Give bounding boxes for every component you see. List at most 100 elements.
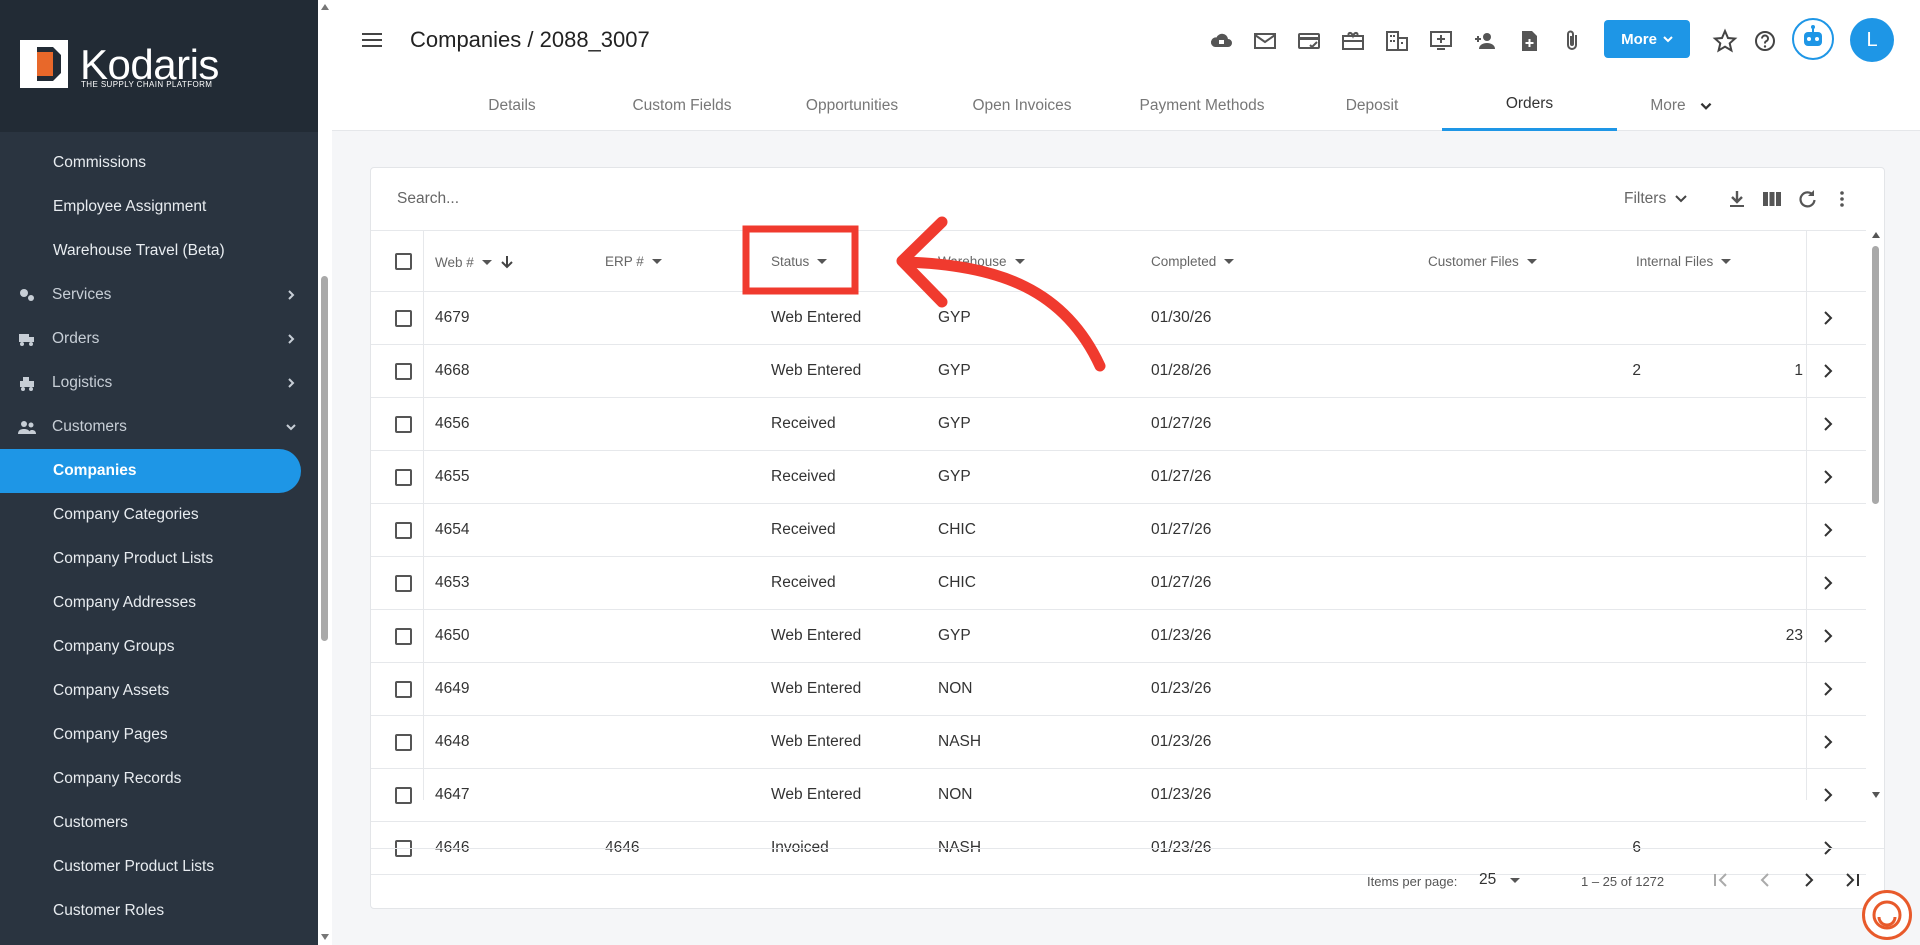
gift-card-icon[interactable] <box>1340 28 1366 54</box>
sidebar-item-company-product-lists[interactable]: Company Product Lists <box>0 537 318 581</box>
add-person-icon[interactable] <box>1472 28 1498 54</box>
more-button[interactable]: More <box>1604 20 1690 58</box>
items-per-page-select[interactable]: 25 <box>1479 871 1521 889</box>
next-page-icon[interactable] <box>1798 869 1820 891</box>
table-row[interactable]: 4649 Web Entered NON 01/23/26 <box>371 663 1866 716</box>
first-page-icon[interactable] <box>1710 869 1732 891</box>
table-scrollbar[interactable] <box>1868 230 1884 800</box>
caret-down-icon[interactable] <box>1526 259 1537 264</box>
sidebar-item-customers[interactable]: Customers <box>0 801 318 845</box>
help-icon[interactable] <box>1752 28 1778 54</box>
scrollbar-thumb[interactable] <box>1872 246 1879 504</box>
sidebar-item-customer-roles[interactable]: Customer Roles <box>0 889 318 933</box>
chat-widget-button[interactable] <box>1862 890 1912 940</box>
sidebar-item-orders[interactable]: Orders <box>0 317 318 361</box>
row-checkbox[interactable] <box>395 522 412 539</box>
caret-down-icon[interactable] <box>1721 259 1732 264</box>
row-checkbox[interactable] <box>395 681 412 698</box>
tab-details[interactable]: Details <box>442 80 582 131</box>
chevron-right-icon[interactable] <box>1821 574 1835 592</box>
chevron-right-icon[interactable] <box>1821 468 1835 486</box>
filters-button[interactable]: Filters <box>1624 190 1688 208</box>
sidebar-item-companies[interactable]: Companies <box>0 449 301 493</box>
search-input[interactable]: Search... <box>397 190 459 208</box>
assistant-bot-button[interactable] <box>1792 18 1834 60</box>
row-checkbox[interactable] <box>395 469 412 486</box>
row-checkbox[interactable] <box>395 628 412 645</box>
caret-down-icon[interactable] <box>1224 259 1235 264</box>
cloud-lock-icon[interactable] <box>1208 28 1234 54</box>
add-document-icon[interactable] <box>1516 28 1542 54</box>
caret-down-icon[interactable] <box>1014 259 1025 264</box>
scroll-up-icon[interactable] <box>321 4 329 10</box>
tab-more[interactable]: More <box>1622 80 1742 131</box>
columns-icon[interactable] <box>1761 188 1783 210</box>
scroll-down-icon[interactable] <box>1872 792 1880 798</box>
chevron-right-icon[interactable] <box>1821 786 1835 804</box>
sidebar-item-services[interactable]: Services <box>0 273 318 317</box>
chevron-right-icon[interactable] <box>1821 309 1835 327</box>
more-vertical-icon[interactable] <box>1831 188 1853 210</box>
caret-down-icon[interactable] <box>651 259 662 264</box>
sidebar-item-commissions[interactable]: Commissions <box>0 141 318 185</box>
column-header-erp[interactable]: ERP # <box>605 254 662 269</box>
table-row[interactable]: 4656 Received GYP 01/27/26 <box>371 398 1866 451</box>
sidebar-item-logistics[interactable]: Logistics <box>0 361 318 405</box>
sidebar-item-company-pages[interactable]: Company Pages <box>0 713 318 757</box>
tab-deposit[interactable]: Deposit <box>1302 80 1442 131</box>
sidebar-item-company-assets[interactable]: Company Assets <box>0 669 318 713</box>
column-header-web[interactable]: Web # <box>435 254 514 270</box>
star-icon[interactable] <box>1712 28 1738 54</box>
tab-open-invoices[interactable]: Open Invoices <box>942 80 1102 131</box>
chevron-right-icon[interactable] <box>1821 521 1835 539</box>
download-icon[interactable] <box>1726 188 1748 210</box>
scroll-up-icon[interactable] <box>1872 232 1880 238</box>
table-row[interactable]: 4655 Received GYP 01/27/26 <box>371 451 1866 504</box>
sidebar-item-company-categories[interactable]: Company Categories <box>0 493 318 537</box>
sidebar-item-employee-assignment[interactable]: Employee Assignment <box>0 185 318 229</box>
sidebar-item-company-records[interactable]: Company Records <box>0 757 318 801</box>
column-header-internal-files[interactable]: Internal Files <box>1636 254 1732 269</box>
chevron-right-icon[interactable] <box>1821 627 1835 645</box>
column-header-status[interactable]: Status <box>771 254 828 269</box>
scroll-down-icon[interactable] <box>321 934 329 940</box>
column-header-customer-files[interactable]: Customer Files <box>1428 254 1537 269</box>
sidebar-scrollbar[interactable] <box>318 0 332 945</box>
select-all-checkbox[interactable] <box>395 253 412 270</box>
row-checkbox[interactable] <box>395 787 412 804</box>
table-row[interactable]: 4654 Received CHIC 01/27/26 <box>371 504 1866 557</box>
table-row[interactable]: 4668 Web Entered GYP 01/28/26 2 1 <box>371 345 1866 398</box>
sidebar-item-company-groups[interactable]: Company Groups <box>0 625 318 669</box>
scrollbar-thumb[interactable] <box>321 276 328 641</box>
caret-down-icon[interactable] <box>817 259 828 264</box>
column-header-completed[interactable]: Completed <box>1151 254 1235 269</box>
sidebar-item-company-addresses[interactable]: Company Addresses <box>0 581 318 625</box>
tab-orders[interactable]: Orders <box>1442 80 1617 131</box>
sidebar-item-customers[interactable]: Customers <box>0 405 318 449</box>
mail-icon[interactable] <box>1252 28 1278 54</box>
sort-descending-icon[interactable] <box>500 254 514 270</box>
refresh-icon[interactable] <box>1796 188 1818 210</box>
attachment-icon[interactable] <box>1560 28 1586 54</box>
chevron-right-icon[interactable] <box>1821 362 1835 380</box>
table-row[interactable]: 4679 Web Entered GYP 01/30/26 <box>371 292 1866 345</box>
sidebar-item-warehouse-travel-beta[interactable]: Warehouse Travel (Beta) <box>0 229 318 273</box>
table-row[interactable]: 4653 Received CHIC 01/27/26 <box>371 557 1866 610</box>
row-checkbox[interactable] <box>395 310 412 327</box>
add-screen-icon[interactable] <box>1428 28 1454 54</box>
row-checkbox[interactable] <box>395 734 412 751</box>
building-icon[interactable] <box>1384 28 1410 54</box>
chevron-right-icon[interactable] <box>1821 733 1835 751</box>
table-row[interactable]: 4648 Web Entered NASH 01/23/26 <box>371 716 1866 769</box>
prev-page-icon[interactable] <box>1754 869 1776 891</box>
row-checkbox[interactable] <box>395 416 412 433</box>
hamburger-menu-icon[interactable] <box>362 30 384 50</box>
tab-opportunities[interactable]: Opportunities <box>762 80 942 131</box>
chevron-right-icon[interactable] <box>1821 415 1835 433</box>
row-checkbox[interactable] <box>395 363 412 380</box>
caret-down-icon[interactable] <box>481 259 492 265</box>
tab-payment-methods[interactable]: Payment Methods <box>1102 80 1302 131</box>
column-header-warehouse[interactable]: Warehouse <box>938 254 1025 269</box>
table-row[interactable]: 4650 Web Entered GYP 01/23/26 23 <box>371 610 1866 663</box>
sidebar-item-customer-product-lists[interactable]: Customer Product Lists <box>0 845 318 889</box>
